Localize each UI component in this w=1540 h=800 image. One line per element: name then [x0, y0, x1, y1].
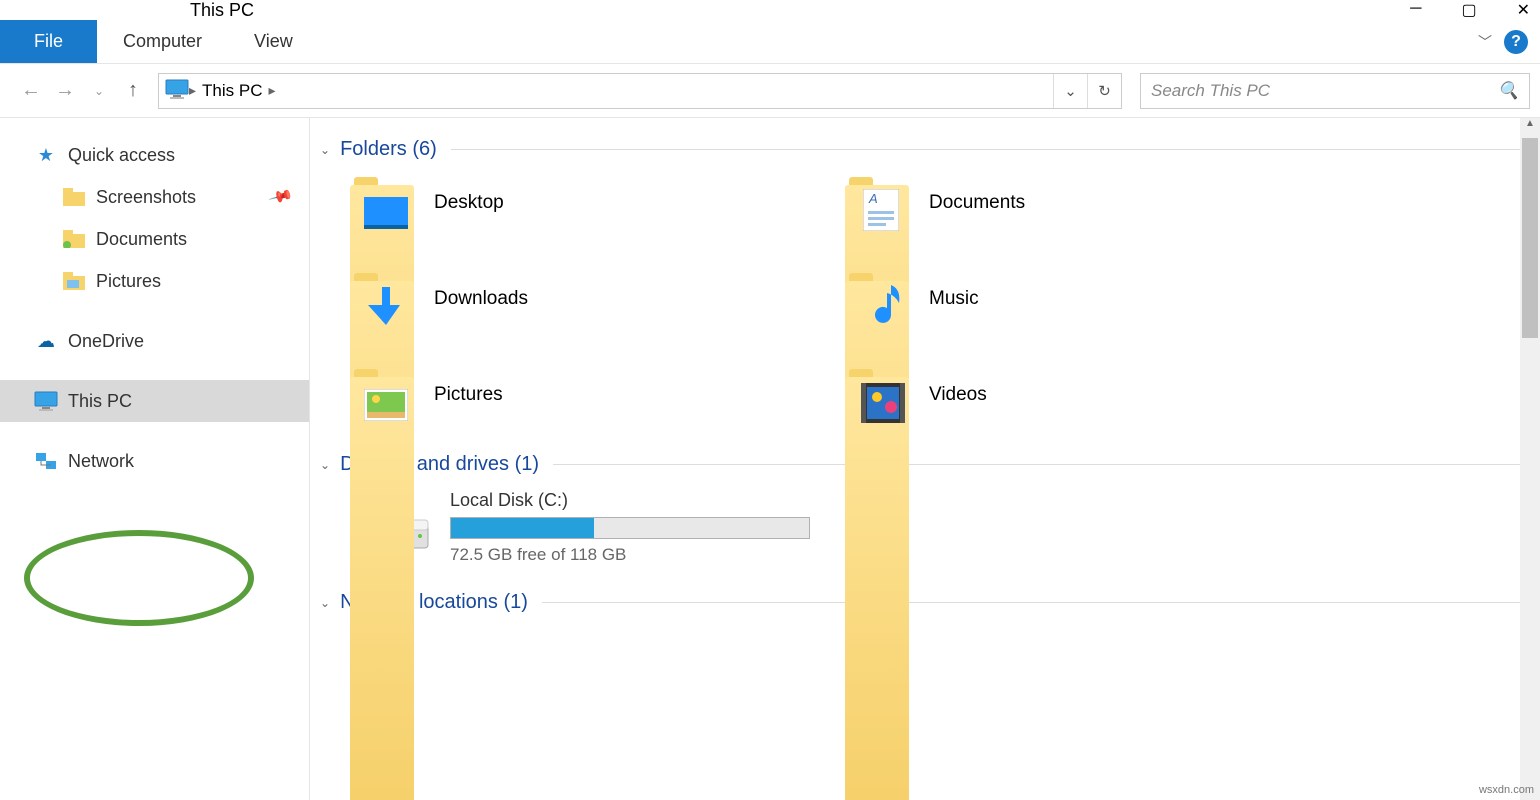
source-watermark: wsxdn.com [1479, 784, 1534, 796]
breadcrumb-separator-icon[interactable]: ▸ [269, 82, 276, 99]
sidebar-item-label: Pictures [96, 271, 161, 292]
drive-label: Local Disk (C:) [450, 490, 810, 511]
vertical-scrollbar[interactable]: ▲ [1520, 118, 1540, 800]
sidebar-item-label: Screenshots [96, 187, 196, 208]
section-title: Folders (6) [340, 138, 437, 161]
music-folder-icon [845, 271, 909, 327]
pin-icon: 📌 [267, 183, 294, 210]
minimize-button[interactable]: ─ [1410, 0, 1421, 20]
refresh-button[interactable]: ↻ [1087, 74, 1121, 108]
drive-usage-fill [451, 518, 594, 538]
help-icon[interactable]: ? [1504, 30, 1528, 54]
search-placeholder: Search This PC [1151, 81, 1270, 101]
folder-desktop[interactable]: Desktop [350, 175, 845, 231]
search-icon: 🔍 [1498, 81, 1519, 101]
sidebar-item-screenshots[interactable]: Screenshots 📌 [0, 176, 309, 218]
folder-documents[interactable]: A Documents [845, 175, 1340, 231]
folder-label: Videos [929, 384, 987, 406]
tab-computer[interactable]: Computer [97, 20, 228, 63]
divider [542, 602, 1520, 603]
folder-label: Music [929, 288, 979, 310]
cloud-icon: ☁ [34, 329, 58, 353]
maximize-button[interactable]: ▢ [1461, 0, 1476, 20]
close-button[interactable]: ✕ [1517, 0, 1530, 20]
sidebar-item-label: Network [68, 451, 134, 472]
folder-label: Pictures [434, 384, 503, 406]
sidebar-item-label: OneDrive [68, 331, 144, 352]
tab-view[interactable]: View [228, 20, 319, 63]
drive-usage-bar [450, 517, 810, 539]
annotation-highlight [24, 530, 254, 626]
this-pc-icon [34, 389, 58, 413]
sidebar-item-documents[interactable]: Documents [0, 218, 309, 260]
divider [451, 149, 1520, 150]
content-pane: ⌄ Folders (6) Desktop A Doc [310, 118, 1540, 800]
sidebar-item-network[interactable]: Network [0, 440, 309, 482]
section-header-network-locations[interactable]: ⌄ Network locations (1) [320, 585, 1520, 628]
folder-label: Documents [929, 192, 1025, 214]
chevron-down-icon: ⌄ [320, 458, 330, 472]
address-bar[interactable]: ▸ This PC ▸ ⌄ ↻ [158, 73, 1122, 109]
folder-downloads[interactable]: Downloads [350, 271, 845, 327]
folder-music[interactable]: Music [845, 271, 1340, 327]
up-button[interactable]: ↑ [120, 79, 146, 102]
ribbon-expand-icon[interactable]: ﹀ [1478, 32, 1492, 52]
breadcrumb[interactable]: This PC [196, 81, 268, 101]
section-header-folders[interactable]: ⌄ Folders (6) [320, 132, 1520, 175]
folder-pictures[interactable]: Pictures [350, 367, 845, 423]
sidebar-item-label: Quick access [68, 145, 175, 166]
folder-label: Downloads [434, 288, 528, 310]
recent-locations-button[interactable]: ⌄ [86, 84, 112, 98]
downloads-folder-icon [350, 271, 414, 327]
section-header-drives[interactable]: ⌄ Devices and drives (1) [320, 447, 1520, 490]
title-bar: This PC ─ ▢ ✕ [0, 0, 1540, 20]
documents-folder-icon: A [845, 175, 909, 231]
sidebar-item-onedrive[interactable]: ☁ OneDrive [0, 320, 309, 362]
navigation-bar: ← → ⌄ ↑ ▸ This PC ▸ ⌄ ↻ Search This PC 🔍 [0, 64, 1540, 118]
desktop-folder-icon [350, 175, 414, 231]
ribbon: File Computer View ﹀ ? [0, 20, 1540, 64]
back-button[interactable]: ← [18, 79, 44, 102]
sidebar-item-quick-access[interactable]: ★ Quick access [0, 134, 309, 176]
navigation-pane: ★ Quick access Screenshots 📌 Documents P… [0, 118, 310, 800]
breadcrumb-separator-icon[interactable]: ▸ [189, 82, 196, 99]
sidebar-item-label: Documents [96, 229, 187, 250]
sidebar-item-label: This PC [68, 391, 132, 412]
star-icon: ★ [34, 143, 58, 167]
folder-label: Desktop [434, 192, 504, 214]
svg-text:A: A [868, 191, 878, 206]
scroll-thumb[interactable] [1522, 138, 1538, 338]
address-dropdown-button[interactable]: ⌄ [1053, 74, 1087, 108]
scroll-up-icon[interactable]: ▲ [1520, 118, 1540, 138]
folder-icon [62, 227, 86, 251]
pictures-folder-icon [350, 367, 414, 423]
network-icon [34, 449, 58, 473]
sidebar-item-pictures[interactable]: Pictures [0, 260, 309, 302]
folder-icon [62, 269, 86, 293]
folder-videos[interactable]: Videos [845, 367, 1340, 423]
divider [553, 464, 1520, 465]
videos-folder-icon [845, 367, 909, 423]
chevron-down-icon: ⌄ [320, 143, 330, 157]
tab-file[interactable]: File [0, 20, 97, 63]
drive-free-text: 72.5 GB free of 118 GB [450, 545, 810, 565]
folder-icon [62, 185, 86, 209]
forward-button[interactable]: → [52, 79, 78, 102]
search-input[interactable]: Search This PC 🔍 [1140, 73, 1530, 109]
this-pc-icon [165, 79, 189, 102]
sidebar-item-this-pc[interactable]: This PC [0, 380, 309, 422]
window-title: This PC [190, 0, 254, 21]
drive-local-disk-c[interactable]: Local Disk (C:) 72.5 GB free of 118 GB [320, 490, 1520, 585]
chevron-down-icon: ⌄ [320, 596, 330, 610]
